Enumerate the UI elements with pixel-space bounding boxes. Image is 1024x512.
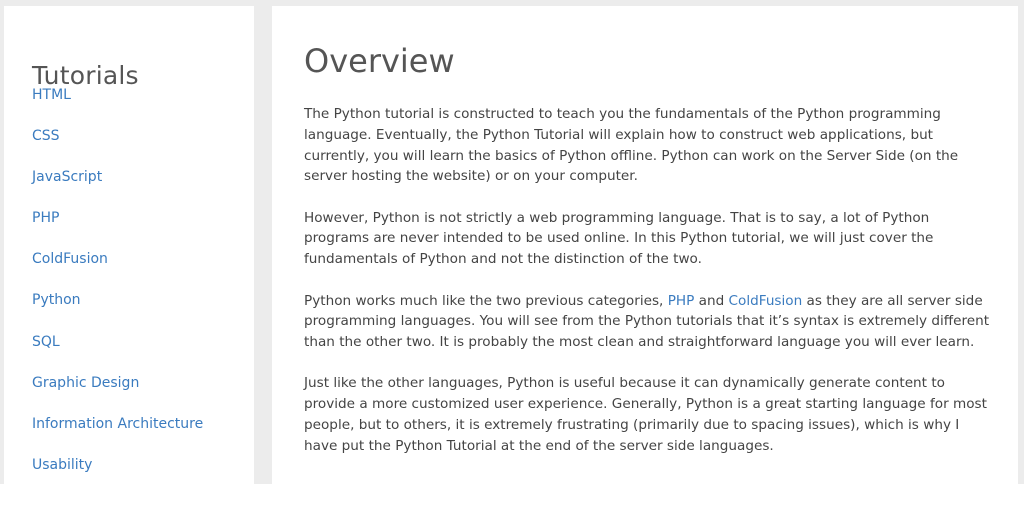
sidebar-link-usability[interactable]: Usability (32, 457, 92, 473)
sidebar-item-javascript: JavaScript (32, 168, 203, 209)
sidebar-link-javascript[interactable]: JavaScript (32, 169, 102, 185)
sidebar-item-information-architecture: Information Architecture (32, 415, 203, 456)
sidebar-item-graphic-design: Graphic Design (32, 374, 203, 415)
sidebar-item-html: HTML (32, 86, 203, 127)
sidebar-link-html[interactable]: HTML (32, 87, 71, 103)
sidebar-link-graphic-design[interactable]: Graphic Design (32, 375, 139, 391)
paragraph-3-and: and (694, 292, 729, 309)
page-frame: Tutorials HTML CSS JavaScript PHP ColdFu… (0, 0, 1024, 484)
sidebar-link-information-architecture[interactable]: Information Architecture (32, 416, 203, 432)
paragraph-1: The Python tutorial is constructed to te… (304, 106, 959, 185)
sidebar-link-coldfusion[interactable]: ColdFusion (32, 251, 108, 267)
paragraph-4: Just like the other languages, Python is… (304, 375, 987, 454)
php-link[interactable]: PHP (668, 293, 695, 309)
sidebar-link-php[interactable]: PHP (32, 210, 59, 226)
sidebar-link-python[interactable]: Python (32, 292, 81, 308)
article-body: The Python tutorial is constructed to te… (304, 104, 994, 477)
sidebar: Tutorials HTML CSS JavaScript PHP ColdFu… (4, 6, 254, 484)
sidebar-item-python: Python (32, 291, 203, 332)
main-content: Overview The Python tutorial is construc… (272, 6, 1018, 484)
sidebar-item-usability: Usability (32, 456, 203, 497)
sidebar-item-coldfusion: ColdFusion (32, 250, 203, 291)
sidebar-link-css[interactable]: CSS (32, 128, 60, 144)
sidebar-link-sql[interactable]: SQL (32, 334, 60, 350)
paragraph-3: Python works much like the two previous … (304, 291, 994, 353)
page-title: Overview (304, 42, 455, 80)
sidebar-nav: HTML CSS JavaScript PHP ColdFusion Pytho… (32, 86, 203, 497)
paragraph-3-text-a: Python works much like the two previous … (304, 292, 668, 309)
sidebar-item-css: CSS (32, 127, 203, 168)
coldfusion-link[interactable]: ColdFusion (729, 293, 803, 309)
sidebar-item-sql: SQL (32, 333, 203, 374)
sidebar-item-php: PHP (32, 209, 203, 250)
paragraph-2: However, Python is not strictly a web pr… (304, 209, 934, 268)
